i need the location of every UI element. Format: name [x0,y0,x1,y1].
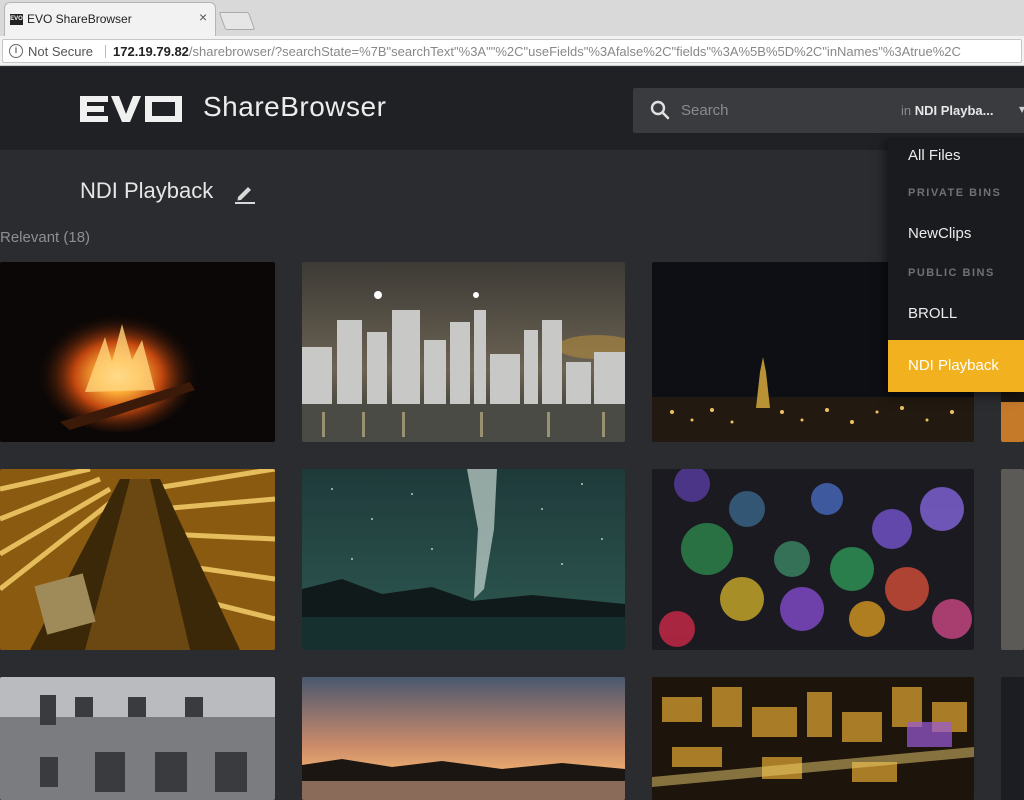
thumbnail-sunset-lake[interactable] [302,677,625,800]
close-tab-icon[interactable]: × [199,9,207,25]
dropdown-item-ndi-playback[interactable]: NDI Playback [888,340,1024,392]
bin-dropdown-menu: All Files PRIVATE BINS NewClips PUBLIC B… [888,137,1024,392]
private-bins-header: PRIVATE BINS [908,187,1002,199]
evo-logo[interactable] [80,96,182,127]
search-icon [650,100,670,125]
thumbnail-partial-2[interactable] [1001,469,1024,650]
browser-tab[interactable]: EVO EVO ShareBrowser × [4,2,216,36]
thumbnail-milky-way[interactable] [302,469,625,650]
pencil-edit-icon[interactable] [234,182,256,209]
browser-tab-bar: EVO EVO ShareBrowser × [0,0,1024,36]
thumbnail-campfire[interactable] [0,262,275,442]
address-bar: i Not Secure 172.19.79.82/sharebrowser/?… [0,36,1024,66]
app-header: ShareBrowser Search in NDI Playba... ▾ [0,67,1024,150]
evo-favicon-icon: EVO [10,14,23,25]
page-title: NDI Playback [80,178,214,203]
dropdown-item-broll[interactable]: BROLL [888,295,1024,333]
thumbnail-partial-3[interactable] [1001,677,1024,800]
dropdown-item-all-files[interactable]: All Files [888,137,1024,175]
thumbnail-city-aerial[interactable] [652,677,974,800]
search-scope-selector[interactable]: in NDI Playba... [901,103,994,118]
thumbnail-bokeh[interactable] [652,469,974,650]
thumbnail-golden-tower[interactable] [0,469,275,650]
scope-prefix: in [901,103,912,118]
url-host: 172.19.79.82 [113,44,189,59]
info-icon[interactable]: i [9,44,23,58]
security-label: Not Secure [28,44,94,59]
url-field[interactable]: i Not Secure 172.19.79.82/sharebrowser/?… [2,39,1022,63]
dropdown-item-newclips[interactable]: NewClips [888,215,1024,253]
tab-title: EVO ShareBrowser [27,12,132,26]
search-bar[interactable]: Search in NDI Playba... ▾ [633,88,1024,133]
thumbnail-snowy-building[interactable] [0,677,275,800]
search-input[interactable]: Search [681,102,729,119]
new-tab-button[interactable] [218,12,256,30]
public-bins-header: PUBLIC BINS [908,267,995,279]
thumbnail-city-skyline[interactable] [302,262,625,442]
url-divider [105,45,106,58]
url-text[interactable]: 172.19.79.82/sharebrowser/?searchState=%… [113,44,1018,59]
result-count: Relevant (18) [0,229,91,246]
main-content: NDI Playback Relevant (18) [0,150,1024,800]
app-brand: ShareBrowser [203,91,387,122]
scope-value: NDI Playba... [914,103,994,118]
url-path: /sharebrowser/?searchState=%7B"searchTex… [188,44,961,59]
chevron-down-icon[interactable]: ▾ [1019,102,1024,116]
